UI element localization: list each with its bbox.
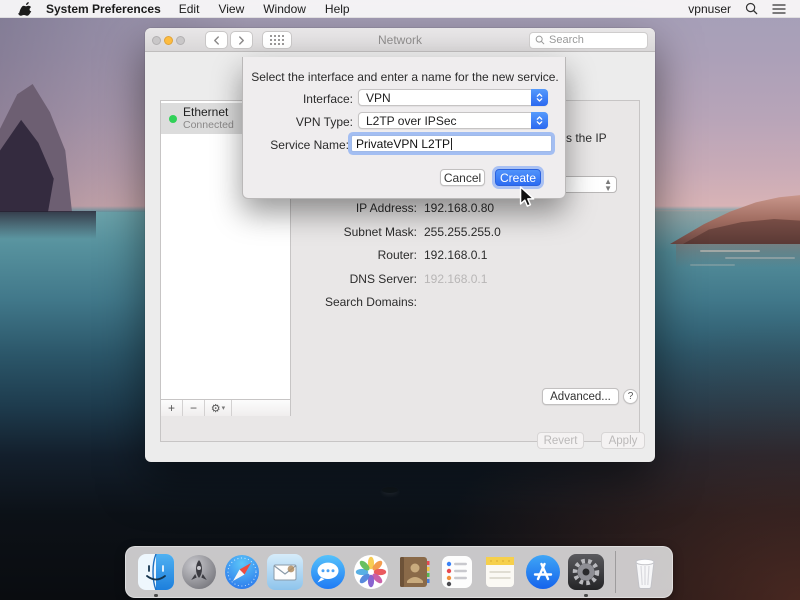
detail-label: IP Address: bbox=[291, 201, 417, 215]
search-placeholder: Search bbox=[549, 34, 584, 46]
apple-menu-icon[interactable] bbox=[18, 2, 32, 16]
text-caret bbox=[451, 138, 452, 150]
interface-value: VPN bbox=[366, 91, 391, 105]
dock bbox=[125, 546, 673, 598]
service-actions-button[interactable]: ⚙▾ bbox=[205, 400, 232, 416]
dock-trash-icon[interactable] bbox=[627, 554, 663, 590]
interface-popup[interactable]: VPN bbox=[358, 89, 548, 106]
dock-reminders-icon[interactable] bbox=[439, 554, 475, 590]
detail-value: 192.168.0.1 bbox=[424, 272, 487, 286]
detail-row-ip-address: IP Address: 192.168.0.80 bbox=[291, 201, 621, 215]
service-status: Connected bbox=[183, 119, 234, 131]
dock-mail-icon[interactable] bbox=[267, 554, 303, 590]
dock-separator bbox=[615, 551, 616, 593]
dock-safari-icon[interactable] bbox=[224, 554, 260, 590]
spotlight-search-icon[interactable] bbox=[745, 2, 759, 16]
popup-stepper-icon: ▲▼ bbox=[604, 178, 612, 192]
menu-username[interactable]: vpnuser bbox=[688, 2, 731, 16]
detail-row-subnet-mask: Subnet Mask: 255.255.255.0 bbox=[291, 225, 621, 239]
service-name-label: Service Name: bbox=[246, 138, 349, 152]
running-indicator-dot bbox=[154, 594, 158, 598]
add-service-button[interactable]: + bbox=[161, 400, 183, 416]
water-sparkle bbox=[725, 257, 795, 259]
window-titlebar[interactable]: Network Search bbox=[145, 28, 655, 52]
wallpaper-rock bbox=[382, 487, 398, 493]
notification-center-icon[interactable] bbox=[772, 2, 786, 16]
dock-system-preferences-icon[interactable] bbox=[568, 554, 604, 590]
desktop-screen: System Preferences Edit View Window Help… bbox=[0, 0, 800, 600]
dock-app-store-icon[interactable] bbox=[525, 554, 561, 590]
revert-button[interactable]: Revert bbox=[537, 432, 584, 449]
water-sparkle bbox=[690, 264, 735, 266]
detail-label: Search Domains: bbox=[291, 295, 417, 309]
gear-icon: ⚙ bbox=[211, 402, 221, 415]
connection-status-dot bbox=[169, 115, 177, 123]
menu-item-edit[interactable]: Edit bbox=[179, 2, 200, 16]
menu-item-help[interactable]: Help bbox=[325, 2, 350, 16]
vpn-type-popup[interactable]: L2TP over IPSec bbox=[358, 112, 548, 129]
wallpaper-cliff-reflection bbox=[0, 211, 96, 239]
advanced-button[interactable]: Advanced... bbox=[542, 388, 619, 405]
vpn-type-value: L2TP over IPSec bbox=[366, 114, 457, 128]
detail-value: 192.168.0.1 bbox=[424, 248, 487, 262]
service-name-value: PrivateVPN L2TP bbox=[356, 137, 450, 151]
sheet-message: Select the interface and enter a name fo… bbox=[251, 70, 559, 84]
new-service-sheet: Select the interface and enter a name fo… bbox=[242, 57, 566, 199]
dock-messages-icon[interactable] bbox=[310, 554, 346, 590]
chevron-down-icon: ▾ bbox=[222, 404, 226, 412]
running-indicator-dot bbox=[584, 594, 588, 598]
menu-item-view[interactable]: View bbox=[218, 2, 244, 16]
mouse-cursor bbox=[516, 186, 538, 215]
sidebar-toolbar: + − ⚙▾ bbox=[161, 399, 291, 416]
dock-notes-icon[interactable] bbox=[482, 554, 518, 590]
remove-service-button[interactable]: − bbox=[183, 400, 205, 416]
popup-stepper-icon bbox=[531, 89, 548, 106]
search-input[interactable]: Search bbox=[529, 32, 648, 49]
vpn-type-label: VPN Type: bbox=[250, 115, 353, 129]
create-button[interactable]: Create bbox=[495, 169, 541, 186]
dock-finder-icon[interactable] bbox=[138, 554, 174, 590]
connection-status-text-fragment: s the IP bbox=[566, 131, 607, 145]
detail-label: Subnet Mask: bbox=[291, 225, 417, 239]
detail-row-router: Router: 192.168.0.1 bbox=[291, 248, 621, 262]
detail-row-search-domains: Search Domains: bbox=[291, 295, 621, 309]
water-sparkle bbox=[700, 250, 760, 252]
service-name-field[interactable]: PrivateVPN L2TP bbox=[351, 135, 552, 152]
interface-label: Interface: bbox=[250, 92, 353, 106]
menu-app-name[interactable]: System Preferences bbox=[46, 2, 161, 16]
search-icon bbox=[535, 35, 545, 45]
menu-item-window[interactable]: Window bbox=[263, 2, 306, 16]
detail-value: 255.255.255.0 bbox=[424, 225, 501, 239]
popup-stepper-icon bbox=[531, 112, 548, 129]
apply-button[interactable]: Apply bbox=[601, 432, 645, 449]
cancel-button[interactable]: Cancel bbox=[440, 169, 485, 186]
detail-value: 192.168.0.80 bbox=[424, 201, 494, 215]
help-button[interactable]: ? bbox=[623, 389, 638, 404]
dock-photos-icon[interactable] bbox=[353, 554, 389, 590]
service-name: Ethernet bbox=[183, 106, 234, 120]
detail-label: Router: bbox=[291, 248, 417, 262]
detail-label: DNS Server: bbox=[291, 272, 417, 286]
dock-contacts-icon[interactable] bbox=[396, 554, 432, 590]
menu-bar: System Preferences Edit View Window Help… bbox=[0, 0, 800, 18]
dock-launchpad-icon[interactable] bbox=[181, 554, 217, 590]
detail-row-dns-server: DNS Server: 192.168.0.1 bbox=[291, 272, 621, 286]
